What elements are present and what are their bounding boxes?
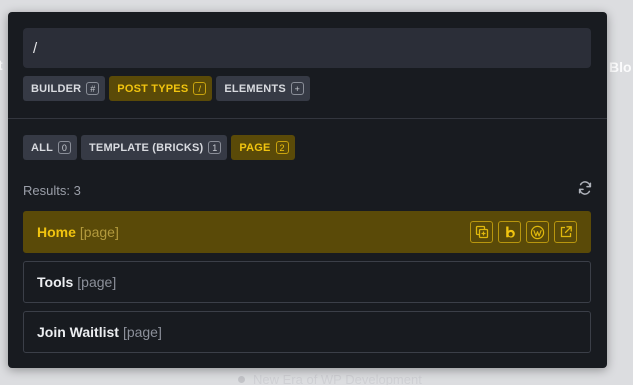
result-type: [page] [122,324,162,340]
filter-post-types[interactable]: POST TYPES / [109,76,213,101]
filter-all[interactable]: ALL 0 [23,135,77,160]
result-title: Tools [37,274,74,290]
wordpress-icon[interactable] [526,221,549,243]
filter-page-label: PAGE [239,141,271,154]
result-item-home[interactable]: Home [page] [23,211,591,253]
result-title: Home [37,224,76,240]
bricks-icon[interactable] [498,221,521,243]
filter-page[interactable]: PAGE 2 [231,135,295,160]
result-type: [page] [77,274,117,290]
filter-all-label: ALL [31,141,53,154]
divider [8,118,607,119]
refresh-icon[interactable] [577,180,593,196]
filter-template-bricks-count: 1 [208,141,222,154]
filter-template-bricks-label: TEMPLATE (BRICKS) [88,141,204,154]
type-filter-bar: ALL 0 TEMPLATE (BRICKS) 1 PAGE 2 [23,135,295,160]
filter-builder[interactable]: BUILDER # [23,76,106,101]
result-item-tools[interactable]: Tools [page] [23,261,591,303]
filter-all-count: 0 [57,141,71,154]
duplicate-icon[interactable] [470,221,493,243]
filter-post-types-key: / [193,82,207,95]
category-filter-bar: BUILDER # POST TYPES / ELEMENTS + [23,76,310,101]
external-link-icon[interactable] [554,221,577,243]
bullet-icon [238,376,245,383]
result-type: [page] [79,224,119,240]
filter-builder-key: # [86,82,100,95]
filter-page-count: 2 [275,141,289,154]
filter-elements-label: ELEMENTS [224,82,286,95]
filter-builder-label: BUILDER [31,82,82,95]
filter-template-bricks[interactable]: TEMPLATE (BRICKS) 1 [80,135,228,160]
background-footer-text: New Era of WP Development [253,372,422,385]
background-text-fragment-left: t [0,57,3,73]
search-input[interactable] [23,28,591,68]
result-title: Join Waitlist [37,324,119,340]
result-item-join-waitlist[interactable]: Join Waitlist [page] [23,311,591,353]
background-text-fragment-right: Blo [609,59,632,75]
command-palette: BUILDER # POST TYPES / ELEMENTS + ALL 0 … [8,12,607,368]
results-count: Results: 3 [23,183,81,198]
filter-elements-key: + [290,82,304,95]
background-footer: New Era of WP Development [238,372,422,385]
result-actions [470,221,577,243]
filter-post-types-label: POST TYPES [117,82,189,95]
filter-elements[interactable]: ELEMENTS + [216,76,310,101]
